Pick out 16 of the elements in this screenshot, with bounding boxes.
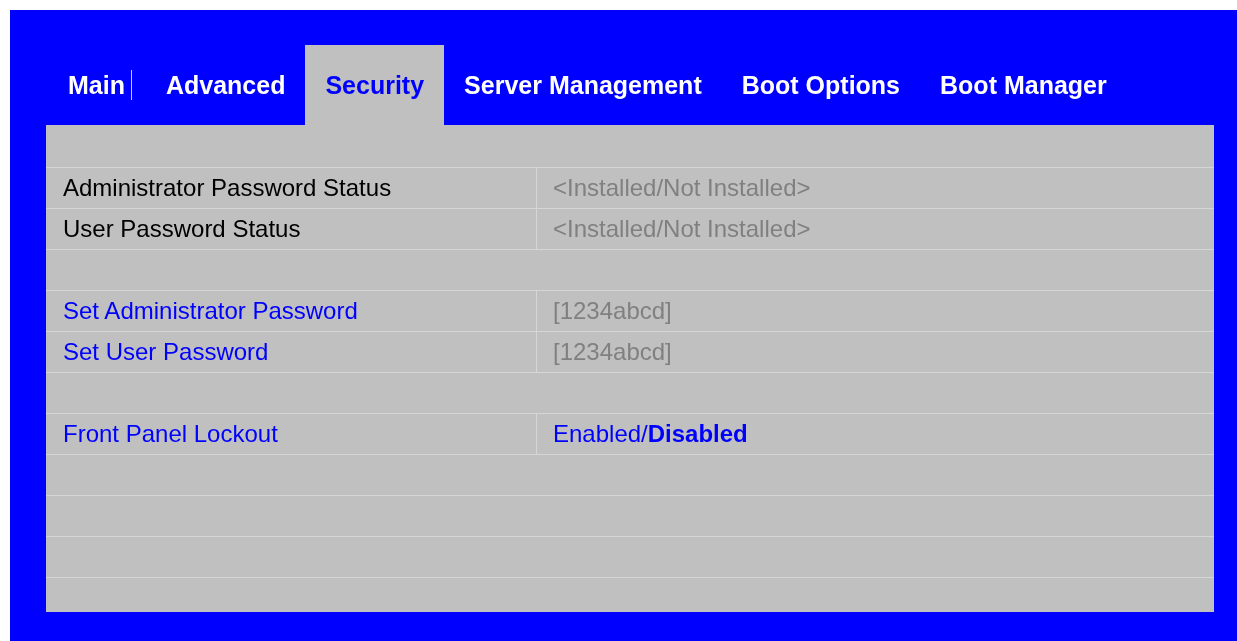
menu-tab[interactable]: Main xyxy=(48,70,132,100)
menu-tab[interactable]: Security xyxy=(305,45,445,125)
setting-value: <Installed/Not Installed> xyxy=(536,168,811,208)
setting-value: Enabled/Disabled xyxy=(536,414,748,454)
setting-value: [1234abcd] xyxy=(536,332,672,372)
menu-tab[interactable]: Boot Manager xyxy=(920,45,1127,125)
menu-tab[interactable]: Advanced xyxy=(145,45,306,125)
setting-value: <Installed/Not Installed> xyxy=(536,209,811,249)
setting-label: User Password Status xyxy=(62,215,302,243)
setting-label[interactable]: Set Administrator Password xyxy=(46,297,536,325)
setting-label: Administrator Password Status xyxy=(62,174,393,202)
menu-tab[interactable]: Server Management xyxy=(444,45,722,125)
setting-label[interactable]: Front Panel Lockout xyxy=(46,420,536,448)
setting-value: [1234abcd] xyxy=(536,291,672,331)
setting-label[interactable]: Set User Password xyxy=(46,338,536,366)
menu-tab[interactable]: Boot Options xyxy=(721,45,921,125)
